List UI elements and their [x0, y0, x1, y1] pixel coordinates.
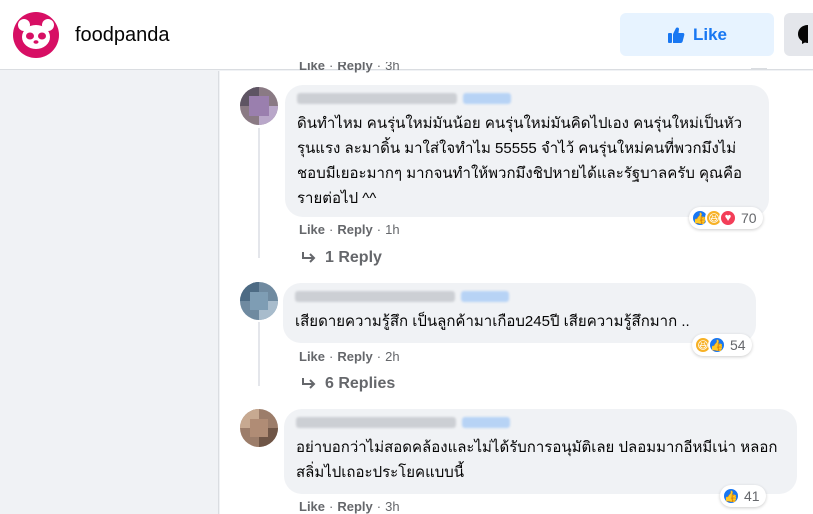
timestamp[interactable]: 3h	[385, 499, 399, 514]
comment-text: เสียดายความรู้สึก เป็นลูกค้ามาเกือบ245ปี…	[295, 313, 690, 330]
comment-actions: Like · Reply · 3h	[299, 499, 400, 514]
separator: ·	[376, 222, 382, 237]
foodpanda-logo[interactable]	[13, 12, 59, 58]
comment-text: อย่าบอกว่าไม่สอดคล้องและไม่ได้รับการอนุม…	[296, 439, 778, 481]
avatar[interactable]	[240, 282, 278, 320]
reply-link[interactable]: Reply	[337, 349, 372, 364]
author-name-blurred[interactable]	[296, 417, 785, 431]
avatar[interactable]	[240, 409, 278, 447]
replies-count-label: 6 Replies	[325, 375, 396, 392]
like-link[interactable]: Like	[299, 222, 325, 237]
timestamp[interactable]: 2h	[385, 349, 399, 364]
page-name[interactable]: foodpanda	[75, 24, 170, 47]
comment-actions-top: Like · Reply · 3h	[299, 62, 400, 76]
page-header: foodpanda Like	[0, 0, 813, 70]
avatar[interactable]	[240, 87, 278, 125]
left-panel	[0, 71, 219, 514]
like-button-label: Like	[692, 24, 728, 44]
thread-line	[258, 322, 260, 386]
like-reaction-icon: 👍	[708, 336, 726, 354]
timestamp[interactable]: 3h	[385, 62, 399, 73]
reply-arrow-icon	[302, 378, 316, 389]
separator: ·	[376, 499, 382, 514]
comment-bubble: เสียดายความรู้สึก เป็นลูกค้ามาเกือบ245ปี…	[283, 283, 756, 343]
replies-count-label: 1 Reply	[325, 249, 382, 266]
separator: ·	[376, 349, 382, 364]
comment-bubble: อย่าบอกว่าไม่สอดคล้องและไม่ได้รับการอนุม…	[284, 409, 797, 494]
like-reaction-icon: 👍	[722, 487, 740, 505]
scroll-indicator	[751, 60, 767, 70]
separator: ·	[329, 349, 334, 364]
comment-actions: Like · Reply · 2h	[299, 349, 400, 364]
reaction-summary[interactable]: 👍 😆 ♥ 70	[689, 207, 763, 229]
timestamp[interactable]: 1h	[385, 222, 399, 237]
comment-actions: Like · Reply · 1h	[299, 222, 400, 237]
reply-link[interactable]: Reply	[337, 499, 372, 514]
view-replies-link[interactable]: 1 Reply	[301, 249, 382, 267]
author-name-blurred[interactable]	[297, 93, 757, 107]
like-link[interactable]: Like	[299, 62, 325, 73]
like-link[interactable]: Like	[299, 349, 325, 364]
love-reaction-icon: ♥	[719, 209, 737, 227]
separator: ·	[329, 222, 334, 237]
reply-link[interactable]: Reply	[337, 62, 372, 73]
comment-bubble: ดินทำไหม คนรุ่นใหม่มันน้อย คนรุ่นใหม่มัน…	[285, 85, 769, 217]
like-link[interactable]: Like	[299, 499, 325, 514]
reaction-summary[interactable]: 😆 👍 54	[692, 334, 752, 356]
author-name-blurred[interactable]	[295, 291, 744, 305]
reply-link[interactable]: Reply	[337, 222, 372, 237]
thumbs-up-icon	[667, 26, 685, 43]
separator: ·	[376, 62, 382, 73]
reaction-summary[interactable]: 👍 41	[720, 485, 766, 507]
reply-arrow-icon	[302, 252, 316, 263]
reaction-count: 41	[744, 488, 760, 504]
separator: ·	[329, 62, 334, 73]
comment-text: ดินทำไหม คนรุ่นใหม่มันน้อย คนรุ่นใหม่มัน…	[297, 115, 743, 207]
like-page-button[interactable]: Like	[620, 13, 774, 56]
thread-line	[258, 128, 260, 258]
reaction-count: 54	[730, 337, 746, 353]
separator: ·	[329, 499, 334, 514]
view-replies-link[interactable]: 6 Replies	[301, 375, 395, 393]
messenger-icon	[798, 25, 808, 44]
messenger-button[interactable]	[784, 13, 813, 56]
reaction-count: 70	[741, 210, 757, 226]
